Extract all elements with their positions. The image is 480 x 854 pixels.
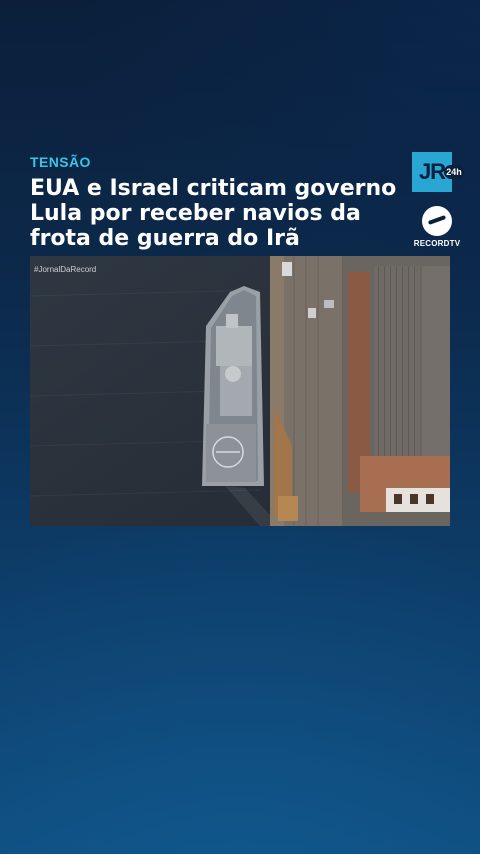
story-kicker: TENSÃO [30, 154, 91, 170]
recordtv-logo: RECORDTV [412, 206, 462, 252]
jr24h-logo: JR 24h [412, 152, 464, 192]
record-logo-icon [422, 206, 452, 236]
jr-24h-badge: 24h [444, 165, 464, 179]
video-hashtag: #JornalDaRecord [34, 265, 97, 274]
record-logo-text: RECORDTV [413, 239, 461, 248]
story-headline: EUA e Israel criticam governo Lula por r… [30, 176, 397, 251]
news-video-frame[interactable]: #JornalDaRecord [30, 256, 450, 526]
aerial-ship-image [30, 256, 450, 526]
